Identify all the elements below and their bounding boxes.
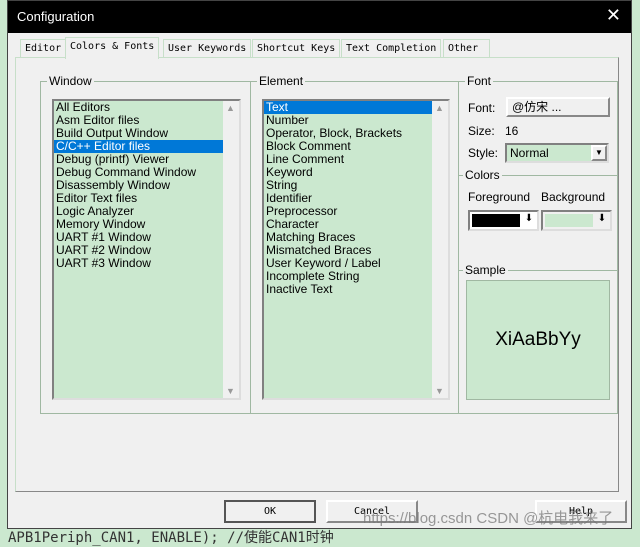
tab-other[interactable]: Other — [443, 39, 490, 57]
window-list-scrollbar[interactable]: ▲ ▼ — [223, 101, 239, 398]
background-swatch — [545, 214, 593, 227]
background-code-line: APB1Periph_CAN1, ENABLE); //使能CAN1时钟 — [8, 530, 334, 546]
close-icon[interactable]: ✕ — [606, 5, 621, 26]
size-label: Size: — [468, 124, 495, 138]
window-group-label: Window — [47, 74, 94, 88]
tab-user-keywords[interactable]: User Keywords — [163, 39, 252, 57]
font-group-label: Font — [465, 74, 494, 88]
dropdown-arrow-icon[interactable]: ⬇ — [595, 213, 609, 224]
dialog-title: Configuration — [17, 9, 95, 24]
title-bar: Configuration ✕ — [8, 1, 631, 33]
font-button[interactable]: @仿宋 ... — [506, 97, 610, 117]
element-group: Element Text Number Operator, Block, Brack… — [250, 74, 459, 414]
style-select[interactable]: Normal ▼ — [505, 143, 609, 163]
window-list-item[interactable]: UART #3 Window — [54, 257, 239, 270]
tab-colors-fonts[interactable]: Colors & Fonts — [65, 37, 160, 59]
foreground-swatch — [472, 214, 520, 227]
font-group: Font Font: @仿宋 ... Size: 16 Style: Norma… — [458, 74, 618, 414]
font-label: Font: — [468, 101, 496, 115]
foreground-color-picker[interactable]: ⬇ — [468, 210, 539, 231]
element-list[interactable]: Text Number Operator, Block, Brackets Block… — [262, 99, 450, 400]
element-group-label: Element — [257, 74, 306, 88]
watermark: https://blog.csdn CSDN @杭电我来了 — [363, 510, 614, 527]
ok-button[interactable]: OK — [224, 500, 316, 523]
style-value: Normal — [510, 146, 549, 160]
size-value: 16 — [505, 124, 519, 138]
tab-shortcut-keys[interactable]: Shortcut Keys — [252, 39, 341, 57]
dropdown-arrow-icon[interactable]: ⬇ — [522, 213, 536, 224]
window-list[interactable]: All Editors Asm Editor files Build Output … — [52, 99, 241, 400]
background-label: Background — [541, 190, 606, 204]
sample-group-label: Sample — [463, 263, 508, 277]
configuration-dialog: Configuration ✕ Editor Colors & Fonts Us… — [7, 0, 632, 529]
sample-text: XiAaBbYy — [495, 329, 581, 350]
colors-group-label: Colors — [463, 168, 502, 182]
tab-text-completion[interactable]: Text Completion — [341, 39, 442, 57]
window-group: Window All Editors Asm Editor files Build … — [40, 74, 251, 414]
chevron-down-icon[interactable]: ▼ — [591, 145, 607, 161]
tab-editor[interactable]: Editor — [20, 39, 67, 57]
colors-fonts-panel: Window All Editors Asm Editor files Build … — [15, 57, 619, 492]
foreground-label: Foreground — [468, 190, 531, 204]
element-list-item[interactable]: Inactive Text — [264, 283, 448, 296]
sample-preview: XiAaBbYy — [466, 280, 610, 400]
element-list-scrollbar[interactable]: ▲ ▼ — [432, 101, 448, 398]
background-color-picker[interactable]: ⬇ — [541, 210, 612, 231]
style-label: Style: — [468, 146, 499, 160]
